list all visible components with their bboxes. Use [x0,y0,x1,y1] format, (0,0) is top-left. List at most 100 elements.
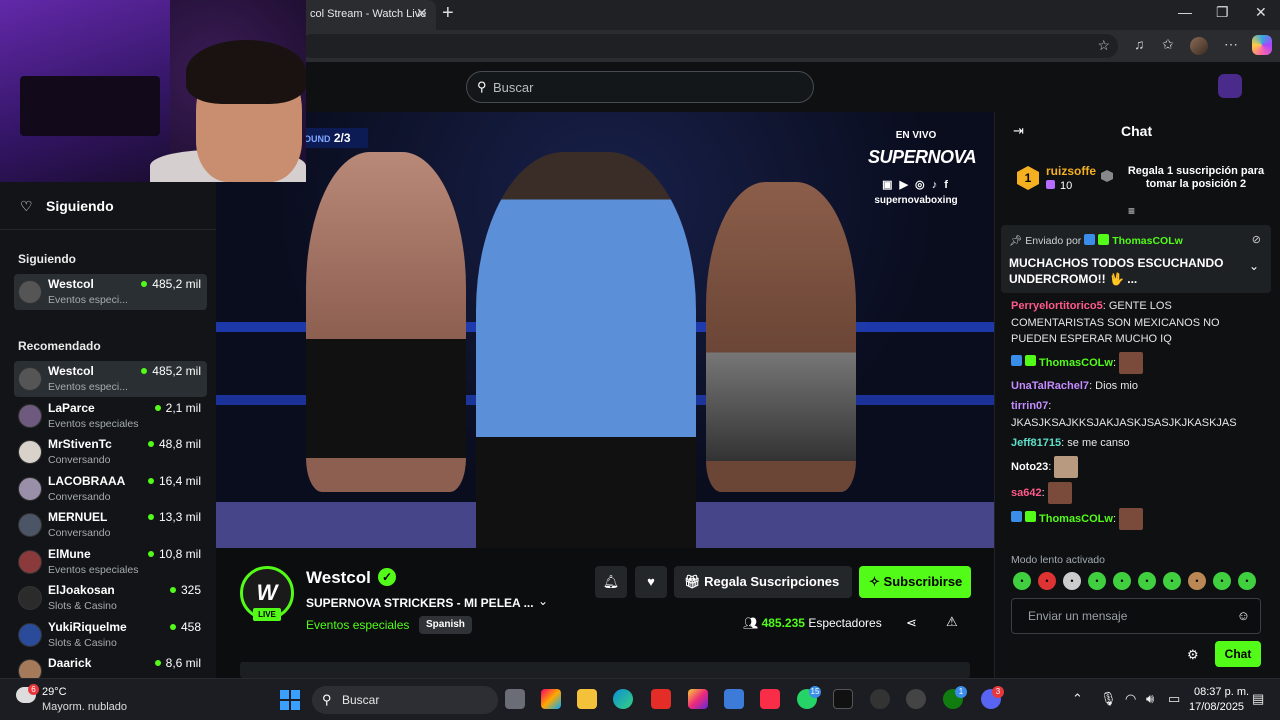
language-tag[interactable]: Spanish [419,616,472,634]
sidebar-item-eljoakosan[interactable]: ElJoakosan Slots & Casino 325 [14,580,207,616]
address-bar[interactable]: ☆ [300,34,1118,58]
obs-icon[interactable] [870,689,890,709]
emote-icon[interactable]: • [1038,572,1056,590]
chat-filter-icon[interactable]: ≡ [1128,204,1135,218]
subscribe-button[interactable]: ✧ Subscribirse [859,566,971,598]
sidebar-item-laparce[interactable]: LaParce Eventos especiales 2,1 mil [14,398,207,434]
chevron-up-icon[interactable]: ⌃ [1072,691,1083,707]
close-window-icon[interactable]: ✕ [1255,4,1267,21]
emote-icon[interactable]: • [1188,572,1206,590]
store-icon[interactable] [724,689,744,709]
avatar [18,280,42,304]
share-icon[interactable]: ⋖ [906,615,917,631]
collapse-chat-icon[interactable]: ⇥ [1013,123,1024,139]
sidebar-item-lacobraaa[interactable]: LACOBRAAA Conversando 16,4 mil [14,471,207,507]
new-tab-button[interactable]: + [442,2,454,25]
follow-heart-button[interactable]: ♥ [635,566,667,598]
tiktok-icon[interactable] [833,689,853,709]
copilot-app-icon[interactable] [541,689,561,709]
youtube-icon[interactable] [651,689,671,709]
gift-badge-icon [1025,355,1036,367]
search-input[interactable]: ⚲ Buscar [466,71,814,103]
emote-icon[interactable]: • [1113,572,1131,590]
volume-icon[interactable]: 🔊︎ [1146,691,1154,707]
about-panel [240,662,970,678]
viewer-count: 8,6 mil [154,656,201,670]
emote-icon[interactable]: • [1238,572,1256,590]
microphone-icon[interactable]: 🎙︎ [1100,691,1117,707]
gift-leaderboard[interactable]: 1 ruizsoffe 10 Regala 1 suscripción para… [995,150,1280,210]
chrome-icon[interactable] [906,689,926,709]
hide-pin-icon[interactable]: ⊘ [1252,233,1261,246]
channel-name: MERNUEL [48,510,108,524]
verified-icon: ✓ [378,568,396,586]
task-view-icon[interactable] [505,689,525,709]
emoji-icon[interactable]: ☺ [1237,608,1250,623]
chevron-down-icon[interactable]: ⌄ [1249,259,1259,273]
gift-subscriptions-button[interactable]: 🎁︎ Regala Suscripciones [674,566,852,598]
pinned-message[interactable]: 📌︎ Enviado por ThomasCOLw ⊘ MUCHACHOS TO… [1001,225,1271,293]
viewer-count: 2,1 mil [154,401,201,415]
file-explorer-icon[interactable] [577,689,597,709]
music-icon[interactable] [760,689,780,709]
live-dot-icon [169,587,176,593]
channel-name: ElJoakosan [48,583,115,597]
sidebar-item-mernuel[interactable]: MERNUEL Conversando 13,3 mil [14,507,207,543]
stream-info: W LIVE Westcol ✓ SUPERNOVA STRICKERS - M… [216,548,994,678]
notification-bell-button[interactable]: 🔔︎ [595,566,627,598]
live-dot-icon [169,623,176,630]
taskbar-search[interactable]: ⚲ Buscar [312,686,498,714]
emote-icon[interactable]: • [1013,572,1031,590]
channel-name: Westcol [48,277,94,291]
sidebar-item-mrstiventc[interactable]: MrStivenTc Conversando 48,8 mil [14,434,207,470]
search-icon: ⚲ [322,692,332,707]
browser-tab[interactable]: col Stream - Watch Live [296,0,436,30]
browser-profile-avatar[interactable] [1190,37,1208,55]
edge-icon[interactable] [613,689,633,709]
more-menu-icon[interactable]: ⋯ [1224,36,1238,53]
viewer-count: 485,2 mil [141,364,201,378]
gear-icon[interactable]: ⚙ [1187,647,1199,663]
clock-time[interactable]: 08:37 p. m. [1194,686,1249,698]
video-player[interactable]: OUND 2/3 EN VIVO SUPERNOVA ▣ ▶ ◎ ♪ f sup… [216,112,994,548]
minimize-icon[interactable]: — [1178,4,1192,20]
emote-icon[interactable]: • [1063,572,1081,590]
favorites-icon[interactable]: ✩ [1162,36,1174,53]
sidebar-item-elmune[interactable]: ElMune Eventos especiales 10,8 mil [14,544,207,580]
sidebar-item-yukiriquelme[interactable]: YukiRiquelme Slots & Casino 458 [14,617,207,653]
sidebar-item-daarick[interactable]: Daarick 8,6 mil [14,653,207,678]
favorite-star-icon[interactable]: ☆ [1097,37,1110,54]
windows-taskbar: 6 29°C Mayorm. nublado ⚲ Buscar 15 1 3 ⌃… [0,678,1280,720]
start-button[interactable] [280,690,300,710]
battery-icon[interactable]: ▭ [1168,691,1180,707]
stream-category[interactable]: Eventos especiales [306,618,409,632]
read-aloud-icon[interactable]: ♫ [1134,36,1145,52]
notification-icon[interactable]: ▤ [1252,691,1264,707]
emote-icon[interactable]: • [1088,572,1106,590]
tab-close-icon[interactable]: ✕ [416,5,428,22]
overlay-handle: supernovaboxing [874,195,958,206]
maximize-icon[interactable]: ❐ [1216,4,1229,21]
wifi-icon[interactable]: ◠ [1125,691,1136,707]
report-icon[interactable]: ⚠ [946,614,958,630]
copilot-icon[interactable] [1252,35,1272,55]
emote-icon[interactable]: • [1213,572,1231,590]
chevron-down-icon[interactable]: ⌄ [538,594,548,608]
channel-name[interactable]: Westcol [306,568,371,588]
instagram-icon[interactable] [688,689,708,709]
emote-icon[interactable]: • [1163,572,1181,590]
sidebar-header[interactable]: ♡ Siguiendo [0,182,216,230]
emote-icon[interactable]: • [1138,572,1156,590]
referee [476,152,696,548]
chat-input[interactable] [1012,599,1232,633]
viewer-count: 48,8 mil [147,437,201,451]
send-chat-button[interactable]: Chat [1215,641,1261,667]
channel-category: Eventos especiales [48,563,139,576]
sidebar-item-westcol[interactable]: Westcol Eventos especi... 485,2 mil [14,361,207,397]
users-icon: 👥︎ [743,616,759,630]
channel-name: Daarick [48,656,92,670]
chat-message-field[interactable]: ☺ [1011,598,1261,634]
clock-date[interactable]: 17/08/2025 [1189,701,1244,713]
user-avatar[interactable] [1218,74,1242,98]
sidebar-item-westcol-following[interactable]: Westcol Eventos especi... 485,2 mil [14,274,207,310]
